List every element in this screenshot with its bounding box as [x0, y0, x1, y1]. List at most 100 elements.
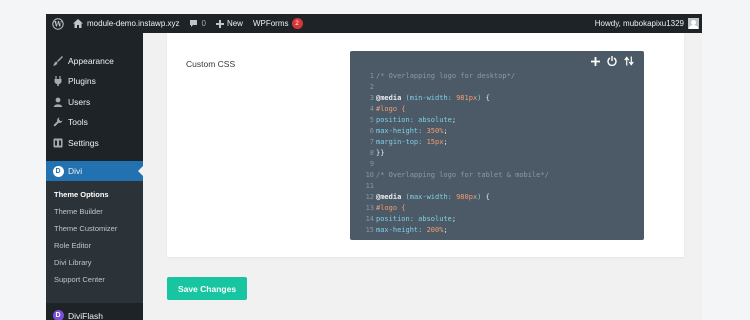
svg-text:W: W — [53, 19, 62, 28]
menu-item-label: Settings — [68, 137, 99, 148]
line-number: 14 — [365, 215, 374, 223]
line-number: 10 — [365, 171, 374, 179]
code-line: 12 @media (max-width: 980px) { — [350, 192, 644, 203]
code-text: @media (max-width: 980px) { — [376, 193, 490, 201]
new-label: New — [226, 19, 243, 28]
site-name-link[interactable]: module-demo.instawp.xyz — [69, 14, 183, 33]
code-line: 8}} — [350, 148, 644, 159]
plug-icon — [52, 75, 64, 87]
main-content: Custom CSS 1/* Overlapping logo for desk… — [143, 33, 702, 320]
code-text: /* Overlapping logo for tablet & mobile*… — [376, 171, 549, 179]
menu-item-tools[interactable]: Tools — [46, 112, 143, 131]
line-number: 15 — [365, 226, 374, 234]
code-line: 11 — [350, 181, 644, 192]
home-icon — [73, 19, 83, 28]
account-greeting[interactable]: Howdy, mubokapixu1329 — [595, 19, 684, 28]
custom-css-label: Custom CSS — [186, 59, 236, 69]
plus-icon — [215, 19, 224, 28]
line-number: 4 — [369, 105, 374, 113]
code-line: 9 — [350, 159, 644, 170]
options-panel: Custom CSS 1/* Overlapping logo for desk… — [167, 33, 684, 257]
wrench-icon — [52, 116, 64, 128]
code-line: 2 — [350, 82, 644, 93]
line-number: 1 — [369, 72, 374, 80]
menu-item-appearance[interactable]: Appearance — [46, 51, 143, 70]
diviflash-icon: D — [52, 310, 64, 320]
line-number: 8 — [369, 149, 374, 157]
menu-item-label: Appearance — [68, 55, 114, 66]
code-text: position: absolute; — [376, 215, 457, 223]
submenu-theme-customizer[interactable]: Theme Customizer — [54, 224, 117, 233]
submenu-role-editor[interactable]: Role Editor — [54, 241, 91, 250]
menu-item-divi[interactable]: D Divi — [46, 161, 143, 181]
menu-item-label: Plugins — [68, 75, 96, 86]
menu-item-label: Tools — [68, 116, 88, 127]
divi-icon: D — [52, 165, 64, 177]
code-line: 10/* Overlapping logo for tablet & mobil… — [350, 170, 644, 181]
code-text: #logo { — [376, 204, 406, 212]
sort-arrows-icon[interactable] — [624, 56, 634, 66]
user-icon — [52, 96, 64, 108]
code-lines: 1/* Overlapping logo for desktop*/ 2 3 @m… — [350, 71, 644, 236]
code-line: 7 margin-top: 15px; — [350, 137, 644, 148]
menu-item-label: DiviFlash — [68, 310, 103, 320]
line-number: 3 — [369, 94, 374, 102]
plus-icon[interactable] — [590, 56, 600, 66]
code-text: #logo { — [376, 105, 406, 113]
save-changes-button[interactable]: Save Changes — [167, 277, 247, 300]
paintbrush-icon — [52, 55, 64, 67]
wpforms-count-badge: 2 — [291, 18, 303, 29]
line-number: 12 — [365, 193, 374, 201]
code-text: margin-top: 15px; — [376, 138, 448, 146]
menu-item-plugins[interactable]: Plugins — [46, 71, 143, 90]
submenu-theme-builder[interactable]: Theme Builder — [54, 207, 103, 216]
submenu-divi-library[interactable]: Divi Library — [54, 258, 92, 267]
wp-admin-window: W module-demo.instawp.xyz 0 New WPForms … — [46, 14, 702, 320]
line-number: 6 — [369, 127, 374, 135]
line-number: 2 — [369, 83, 374, 91]
wpforms-link[interactable]: WPForms 2 — [249, 14, 307, 33]
menu-item-diviflash[interactable]: D DiviFlash — [46, 306, 143, 320]
code-line: 4 #logo { — [350, 104, 644, 115]
code-line: 15 max-height: 200%; — [350, 225, 644, 236]
stage: W module-demo.instawp.xyz 0 New WPForms … — [0, 0, 750, 320]
line-number: 9 — [369, 160, 374, 168]
line-number: 5 — [369, 116, 374, 124]
comments-count: 0 — [201, 19, 206, 28]
avatar[interactable] — [688, 18, 699, 29]
submenu-theme-options[interactable]: Theme Options — [54, 190, 109, 199]
power-icon[interactable] — [607, 56, 617, 66]
menu-item-users[interactable]: Users — [46, 92, 143, 111]
code-line: 3 @media (min-width: 981px) { — [350, 93, 644, 104]
wordpress-logo-icon[interactable]: W — [46, 14, 69, 33]
settings-icon — [52, 137, 64, 149]
submenu-support-center[interactable]: Support Center — [54, 275, 105, 284]
code-text: /* Overlapping logo for desktop*/ — [376, 72, 516, 80]
code-text: max-height: 350%; — [376, 127, 448, 135]
code-line: 14 position: absolute; — [350, 214, 644, 225]
admin-sidebar: Appearance Plugins Users Tools Settings — [46, 33, 143, 320]
code-text: position: absolute; — [376, 116, 457, 124]
code-line: 5 position: absolute; — [350, 115, 644, 126]
comments-link[interactable]: 0 — [185, 14, 209, 33]
custom-css-editor[interactable]: 1/* Overlapping logo for desktop*/ 2 3 @m… — [350, 51, 644, 240]
comment-icon — [189, 19, 198, 28]
new-content-link[interactable]: New — [212, 14, 247, 33]
menu-item-label: Users — [68, 96, 91, 107]
code-line: 1/* Overlapping logo for desktop*/ — [350, 71, 644, 82]
code-text: }} — [376, 149, 385, 157]
menu-item-label: Divi — [68, 166, 83, 176]
code-line: 6 max-height: 350%; — [350, 126, 644, 137]
admin-bar: W module-demo.instawp.xyz 0 New WPForms … — [46, 14, 702, 33]
code-text: max-height: 200%; — [376, 226, 448, 234]
menu-item-settings[interactable]: Settings — [46, 133, 143, 152]
site-name: module-demo.instawp.xyz — [87, 19, 180, 28]
line-number: 7 — [369, 138, 374, 146]
line-number: 13 — [365, 204, 374, 212]
editor-toolbar — [590, 56, 634, 66]
code-text: @media (min-width: 981px) { — [376, 94, 490, 102]
divi-submenu: Theme Options Theme Builder Theme Custom… — [46, 181, 143, 303]
code-line: 13 #logo { — [350, 203, 644, 214]
line-number: 11 — [365, 182, 374, 190]
wpforms-label: WPForms — [252, 19, 289, 28]
